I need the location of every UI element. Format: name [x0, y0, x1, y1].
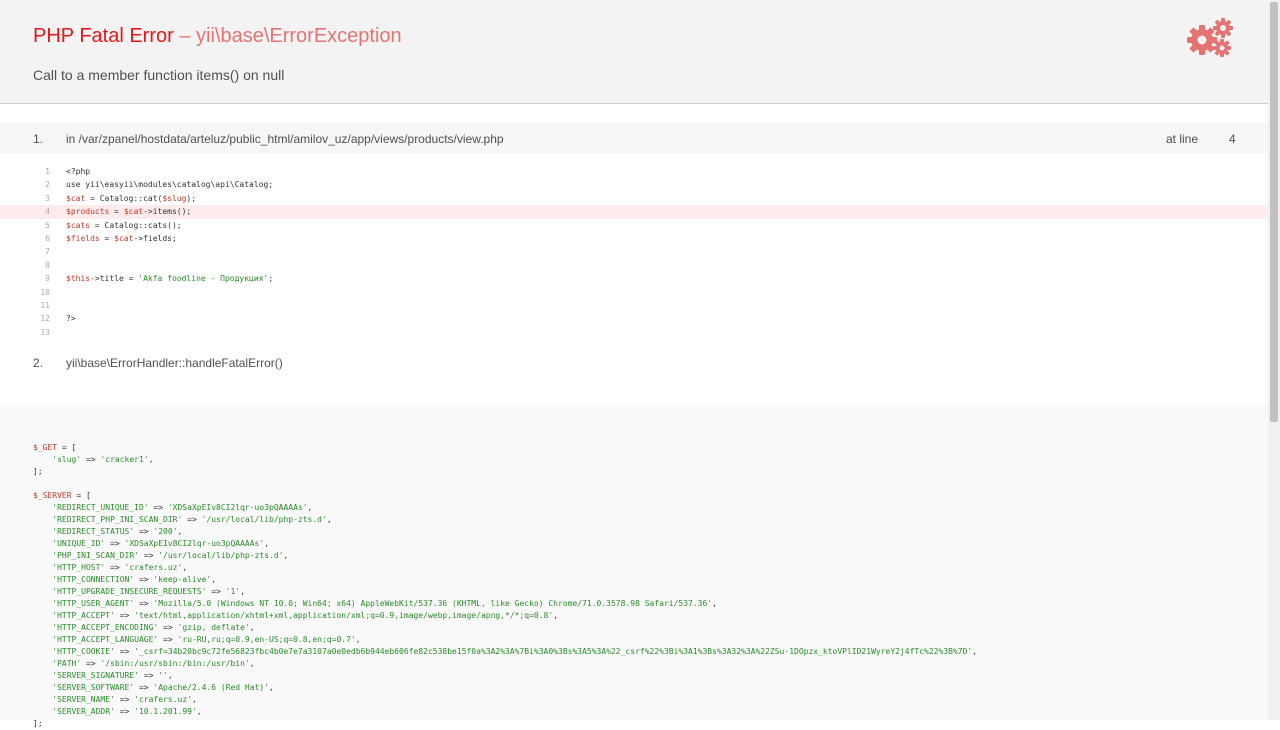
code-line: 2 use yii\easyii\modules\catalog\api\Cata…	[0, 178, 1268, 191]
scrollbar-thumb[interactable]	[1270, 2, 1278, 422]
code-line: 6 $fields = $cat->fields;	[0, 232, 1268, 245]
at-line-label: at line	[1166, 132, 1199, 146]
code-line-number: 7	[45, 247, 50, 257]
code-line-number: 11	[40, 300, 50, 310]
code-line: 8	[0, 259, 1268, 272]
code-line-number: 6	[45, 233, 50, 243]
error-type: PHP Fatal Error	[33, 25, 174, 47]
code-line-text: $products = $cat->items();	[66, 207, 192, 217]
code-line: 12 ?>	[0, 312, 1268, 325]
exception-class: yii\base\ErrorException	[196, 25, 402, 47]
line-number: 4	[1229, 132, 1236, 146]
code-line: 9 $this->title = 'Akfa foodline - Продукц…	[0, 272, 1268, 285]
code-line: 5 $cats = Catalog::cats();	[0, 219, 1268, 232]
code-line-number: 2	[45, 180, 50, 190]
code-line-number: 4	[45, 207, 50, 217]
call-stack-item-1[interactable]: 1. in /var/zpanel/hostdata/arteluz/publi…	[0, 123, 1268, 153]
code-line-text: $cats = Catalog::cats();	[66, 220, 182, 230]
code-line-number: 13	[40, 327, 50, 337]
code-line: 13	[0, 326, 1268, 339]
call-stack-function: yii\base\ErrorHandler::handleFatalError(…	[66, 356, 283, 370]
code-line-text: $fields = $cat->fields;	[66, 233, 177, 243]
code-line-number: 3	[45, 193, 50, 203]
code-line: 3 $cat = Catalog::cat($slug);	[0, 192, 1268, 205]
code-line-number: 1	[45, 167, 50, 176]
title-separator: –	[173, 25, 197, 47]
code-line-text: $this->title = 'Akfa foodline - Продукци…	[66, 274, 274, 284]
code-line: 11	[0, 299, 1268, 312]
error-header: PHP Fatal Error – yii\base\ErrorExceptio…	[0, 0, 1268, 104]
code-line-error: 4 $products = $cat->items();	[0, 205, 1268, 219]
page-scrollbar[interactable]	[1268, 0, 1280, 720]
code-line-number: 9	[45, 274, 50, 284]
code-line: 1 <?php	[0, 165, 1268, 178]
code-line: 10	[0, 286, 1268, 299]
code-line-text: use yii\easyii\modules\catalog\api\Catal…	[66, 180, 274, 190]
call-stack-number: 2.	[33, 356, 44, 370]
code-line-text: $cat = Catalog::cat($slug);	[66, 193, 197, 203]
request-info: $_GET = [ 'slug' => 'cracker1', ]; $_SER…	[0, 405, 1268, 728]
error-message: Call to a member function items() on nul…	[33, 67, 285, 83]
code-line-text: <?php	[66, 167, 91, 176]
gears-icon	[1187, 18, 1233, 57]
code-line: 7	[0, 245, 1268, 258]
code-snippet: 1 <?php 2 use yii\easyii\modules\catalog\ap…	[0, 165, 1268, 339]
code-line-number: 8	[45, 260, 50, 270]
code-line-number: 10	[40, 287, 50, 297]
call-stack-number: 1.	[33, 132, 44, 146]
code-line-number: 5	[45, 220, 50, 230]
code-line-text: ?>	[66, 314, 76, 324]
error-title: PHP Fatal Error – yii\base\ErrorExceptio…	[33, 25, 402, 48]
request-variables-dump: $_GET = [ 'slug' => 'cracker1', ]; $_SER…	[33, 443, 978, 728]
call-stack-file-path: in /var/zpanel/hostdata/arteluz/public_h…	[66, 132, 504, 146]
code-line-number: 12	[40, 314, 50, 324]
call-stack-item-2[interactable]: 2. yii\base\ErrorHandler::handleFatalErr…	[0, 347, 1268, 377]
